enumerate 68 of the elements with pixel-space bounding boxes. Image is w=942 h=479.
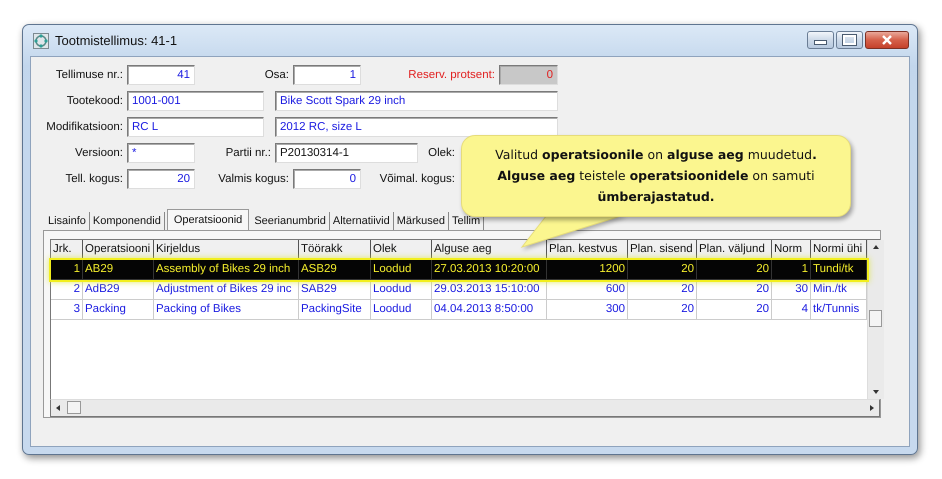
table-cell: 04.04.2013 8:50:00 bbox=[432, 300, 547, 320]
field-label: Modifikatsioon: bbox=[45, 121, 124, 133]
input-field[interactable]: 20 bbox=[127, 169, 195, 189]
input-field[interactable]: 0 bbox=[293, 169, 361, 189]
table-cell: 1200 bbox=[547, 260, 628, 280]
table-cell: 4 bbox=[772, 300, 811, 320]
input-field[interactable]: P20130314-1 bbox=[275, 143, 418, 163]
table-cell: Tundi/tk bbox=[811, 260, 867, 280]
close-button[interactable] bbox=[865, 31, 909, 49]
table-row[interactable]: 3 Packing Packing of Bikes PackingSite Loodud 04.04.2013 8:50:00 300 20 20 4 tk/Tunnis bbox=[51, 300, 867, 320]
tab[interactable]: Operatsioonid bbox=[166, 209, 250, 230]
column-header[interactable]: Operatsiooni bbox=[83, 240, 154, 260]
input-field: 0 bbox=[499, 65, 558, 85]
field-label: Versioon: bbox=[74, 147, 124, 159]
column-header[interactable]: Plan. sisend bbox=[628, 240, 697, 260]
field-label: Tellimuse nr.: bbox=[54, 69, 124, 81]
table-cell: 3 bbox=[51, 300, 83, 320]
field-label: Tootekood: bbox=[66, 95, 124, 107]
field-label: Valmis kogus: bbox=[217, 173, 290, 185]
field-label: Võimal. kogus: bbox=[378, 173, 456, 185]
table-cell: Loodud bbox=[371, 300, 432, 320]
window-title: Tootmistellimus: 41-1 bbox=[55, 33, 178, 48]
scroll-thumb[interactable] bbox=[869, 310, 882, 327]
minimize-button[interactable] bbox=[807, 31, 834, 49]
column-header[interactable]: Plan. väljund bbox=[697, 240, 772, 260]
table-cell: 20 bbox=[628, 260, 697, 280]
input-field[interactable]: 1 bbox=[293, 65, 361, 85]
table-cell: 27.03.2013 10:20:00 bbox=[432, 260, 547, 280]
close-icon bbox=[881, 35, 893, 45]
table-cell: 20 bbox=[697, 300, 772, 320]
maximize-button[interactable] bbox=[836, 31, 863, 49]
table-cell: 1 bbox=[772, 260, 811, 280]
input-field[interactable]: * bbox=[127, 143, 195, 163]
input-field[interactable]: 1001-001 bbox=[127, 91, 264, 111]
input-field[interactable]: Bike Scott Spark 29 inch bbox=[275, 91, 558, 111]
tab[interactable]: Alternatiivid bbox=[330, 212, 394, 230]
table-cell: 20 bbox=[628, 300, 697, 320]
table-cell: 300 bbox=[547, 300, 628, 320]
table-row[interactable]: 2 AdB29 Adjustment of Bikes 29 inc SAB29 Loodud 29.03.2013 15:10:00 600 20 20 30 Min./tk bbox=[51, 280, 867, 300]
table-cell: ASB29 bbox=[299, 260, 371, 280]
column-header[interactable]: Norm bbox=[772, 240, 811, 260]
table-cell: Assembly of Bikes 29 inch bbox=[154, 260, 299, 280]
horizontal-scrollbar[interactable] bbox=[50, 399, 880, 417]
input-field[interactable]: 2012 RC, size L bbox=[275, 117, 558, 137]
field-label: Reserv. protsent: bbox=[407, 69, 496, 81]
field-label: Tell. kogus: bbox=[64, 173, 124, 185]
field-label: Olek: bbox=[427, 147, 456, 159]
column-header[interactable]: Jrk. bbox=[51, 240, 83, 260]
table-row[interactable]: 1 AB29 Assembly of Bikes 29 inch ASB29 Loodud 27.03.2013 10:20:00 1200 20 20 1 Tundi/tk bbox=[51, 260, 867, 280]
column-header[interactable]: Kirjeldus bbox=[154, 240, 299, 260]
column-header[interactable]: Töörakk bbox=[299, 240, 371, 260]
input-field[interactable]: RC L bbox=[127, 117, 264, 137]
table-cell: AB29 bbox=[83, 260, 154, 280]
table-cell: PackingSite bbox=[299, 300, 371, 320]
table-cell: 1 bbox=[51, 260, 83, 280]
table-cell: Loodud bbox=[371, 260, 432, 280]
column-header[interactable]: Plan. kestvus bbox=[547, 240, 628, 260]
scroll-thumb[interactable] bbox=[67, 401, 81, 414]
table-cell: Packing of Bikes bbox=[154, 300, 299, 320]
table-cell: Packing bbox=[83, 300, 154, 320]
dots-ring-icon bbox=[33, 32, 49, 48]
column-header[interactable]: Normi ühi bbox=[811, 240, 867, 260]
field-label: Partii nr.: bbox=[224, 147, 272, 159]
vertical-scrollbar[interactable] bbox=[867, 240, 884, 399]
column-header[interactable]: Olek bbox=[371, 240, 432, 260]
input-field[interactable]: 41 bbox=[127, 65, 195, 85]
field-label: Osa: bbox=[264, 69, 290, 81]
table-cell: 20 bbox=[697, 260, 772, 280]
